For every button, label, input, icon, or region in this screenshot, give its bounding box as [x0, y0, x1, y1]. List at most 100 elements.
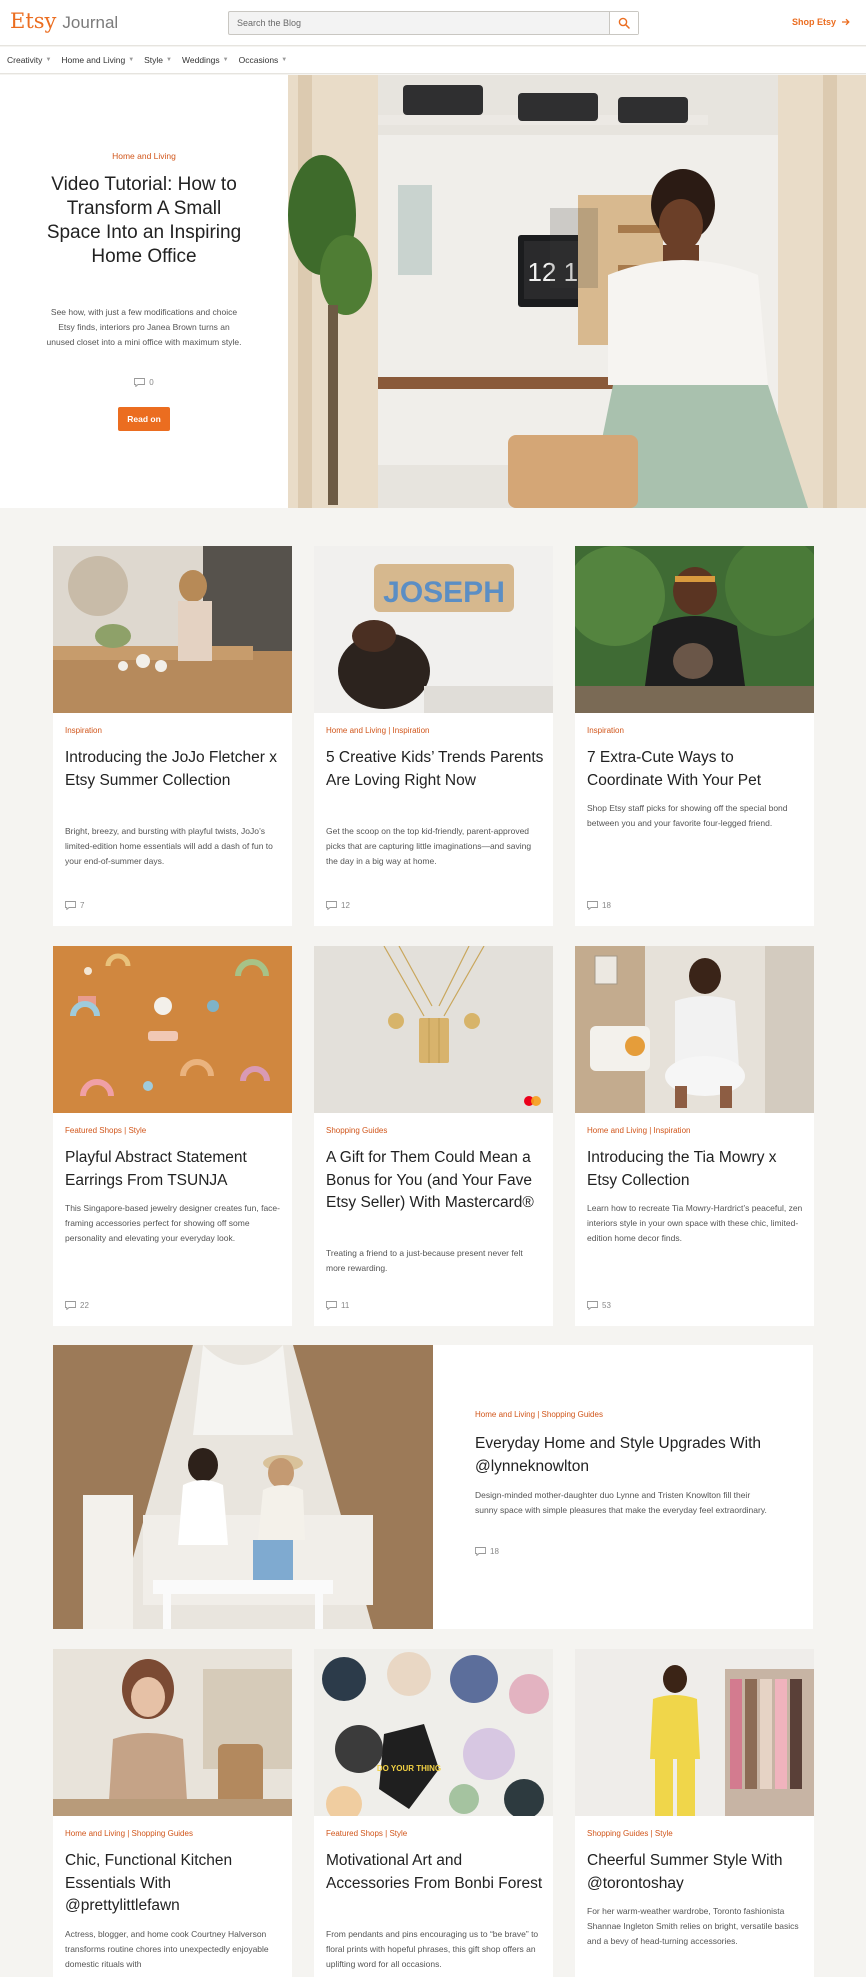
comment-icon: [587, 1301, 598, 1310]
article-description: Treating a friend to a just-because pres…: [326, 1248, 523, 1273]
etsy-journal-logo[interactable]: Etsy Journal: [10, 9, 118, 33]
article-description: For her warm-weather wardrobe, Toronto f…: [587, 1906, 799, 1946]
hero-comment-count[interactable]: 0: [0, 378, 288, 387]
featured-wide-card[interactable]: Home and Living | Shopping Guides Everyd…: [53, 1345, 813, 1629]
article-title[interactable]: Chic, Functional Kitchen Essentials With…: [65, 1850, 283, 1918]
hero-title[interactable]: Video Tutorial: How to Transform A Small…: [40, 173, 248, 269]
comment-icon: [475, 1547, 486, 1556]
pin-text: DO YOUR THING: [377, 1764, 441, 1773]
logo-brand: Etsy: [10, 9, 57, 33]
article-title[interactable]: Introducing the JoJo Fletcher x Etsy Sum…: [65, 747, 283, 792]
article-image[interactable]: [575, 946, 814, 1113]
article-category[interactable]: Featured Shops | Style: [326, 1829, 407, 1838]
article-category[interactable]: Home and Living | Shopping Guides: [65, 1829, 193, 1838]
shop-etsy-label: Shop Etsy: [791, 17, 836, 27]
article-description: From pendants and pins encouraging us to…: [326, 1929, 539, 1969]
comment-count: 11: [341, 1301, 350, 1310]
comment-icon: [65, 901, 76, 910]
article-description: Learn how to recreate Tia Mowry-Hardrict…: [587, 1203, 803, 1243]
comment-count: 53: [602, 1301, 611, 1310]
comment-count: 18: [490, 1547, 499, 1556]
comment-count: 7: [80, 901, 85, 910]
hero-category-link[interactable]: Home and Living: [0, 151, 288, 161]
article-comment-count[interactable]: 12: [326, 901, 350, 910]
article-title[interactable]: Introducing the Tia Mowry x Etsy Collect…: [587, 1147, 805, 1192]
hero-feature: Home and Living Video Tutorial: How to T…: [0, 75, 866, 508]
article-comment-count[interactable]: 18: [587, 901, 611, 910]
article-card[interactable]: DO YOUR THING Featured Shops | Style Mot…: [314, 1649, 553, 1977]
read-on-button[interactable]: Read on: [118, 407, 170, 431]
nav-item-label: Occasions: [238, 55, 279, 65]
article-image[interactable]: [53, 946, 292, 1113]
article-title[interactable]: Playful Abstract Statement Earrings From…: [65, 1147, 283, 1192]
nav-item-weddings[interactable]: Weddings ▼: [182, 55, 229, 65]
article-description: Get the scoop on the top kid-friendly, p…: [326, 826, 532, 866]
article-card[interactable]: JOSEPH Home and Living | Inspiration 5 C…: [314, 546, 553, 926]
article-category[interactable]: Home and Living | Shopping Guides: [475, 1410, 603, 1419]
article-title[interactable]: A Gift for Them Could Mean a Bonus for Y…: [326, 1147, 544, 1215]
article-category[interactable]: Inspiration: [65, 726, 102, 735]
article-image[interactable]: [575, 546, 814, 713]
article-category[interactable]: Featured Shops | Style: [65, 1126, 146, 1135]
hero-description: See how, with just a few modifications a…: [46, 307, 242, 347]
article-title[interactable]: Cheerful Summer Style With @torontoshay: [587, 1850, 805, 1895]
search-icon: [618, 17, 630, 29]
article-category[interactable]: Home and Living | Inspiration: [326, 726, 429, 735]
hero-image[interactable]: 12 10: [288, 75, 866, 508]
article-image[interactable]: [53, 546, 292, 713]
article-card[interactable]: Shopping Guides | Style Cheerful Summer …: [575, 1649, 814, 1977]
search-input[interactable]: [229, 12, 609, 34]
article-card[interactable]: Inspiration 7 Extra-Cute Ways to Coordin…: [575, 546, 814, 926]
article-description: Shop Etsy staff picks for showing off th…: [587, 803, 788, 828]
comment-count: 18: [602, 901, 611, 910]
comment-icon: [65, 1301, 76, 1310]
nav-item-style[interactable]: Style ▼: [144, 55, 172, 65]
article-card[interactable]: Featured Shops | Style Playful Abstract …: [53, 946, 292, 1326]
article-image[interactable]: [53, 1345, 433, 1629]
nav-item-creativity[interactable]: Creativity ▼: [7, 55, 51, 65]
puzzle-text: JOSEPH: [383, 576, 505, 609]
nav-item-label: Home and Living: [61, 55, 126, 65]
article-category[interactable]: Shopping Guides: [326, 1126, 387, 1135]
article-comment-count[interactable]: 18: [475, 1547, 499, 1556]
article-title[interactable]: 7 Extra-Cute Ways to Coordinate With You…: [587, 747, 805, 792]
article-title[interactable]: 5 Creative Kids’ Trends Parents Are Lovi…: [326, 747, 544, 792]
search-button[interactable]: [609, 12, 638, 34]
article-image[interactable]: [314, 946, 553, 1113]
article-description: Actress, blogger, and home cook Courtney…: [65, 1929, 269, 1969]
article-image[interactable]: JOSEPH: [314, 546, 553, 713]
nav-item-home-and-living[interactable]: Home and Living ▼: [61, 55, 134, 65]
comment-count: 0: [149, 378, 154, 387]
article-image[interactable]: [53, 1649, 292, 1816]
article-comment-count[interactable]: 53: [587, 1301, 611, 1310]
logo-suffix: Journal: [62, 13, 119, 32]
article-card[interactable]: Home and Living | Shopping Guides Chic, …: [53, 1649, 292, 1977]
comment-icon: [587, 901, 598, 910]
nav-item-label: Style: [144, 55, 164, 65]
chevron-down-icon: ▼: [166, 57, 172, 63]
article-comment-count[interactable]: 7: [65, 901, 84, 910]
article-image[interactable]: DO YOUR THING: [314, 1649, 553, 1816]
comment-icon: [134, 378, 146, 387]
comment-count: 22: [80, 1301, 89, 1310]
nav-item-occasions[interactable]: Occasions ▼: [239, 55, 288, 65]
nav-item-label: Weddings: [182, 55, 220, 65]
article-category[interactable]: Shopping Guides | Style: [587, 1829, 673, 1838]
chevron-down-icon: ▼: [45, 57, 52, 63]
article-card[interactable]: Home and Living | Inspiration Introducin…: [575, 946, 814, 1326]
article-category[interactable]: Home and Living | Inspiration: [587, 1126, 690, 1135]
search-bar: [228, 11, 639, 35]
article-card[interactable]: Inspiration Introducing the JoJo Fletche…: [53, 546, 292, 926]
shop-etsy-link[interactable]: Shop Etsy: [792, 17, 850, 27]
article-image[interactable]: [575, 1649, 814, 1816]
chevron-down-icon: ▼: [128, 57, 135, 63]
comment-icon: [326, 901, 337, 910]
article-title[interactable]: Motivational Art and Accessories From Bo…: [326, 1850, 544, 1895]
article-description: Bright, breezy, and bursting with playfu…: [65, 826, 273, 866]
article-comment-count[interactable]: 22: [65, 1301, 89, 1310]
article-comment-count[interactable]: 11: [326, 1301, 349, 1310]
article-title[interactable]: Everyday Home and Style Upgrades With @l…: [475, 1433, 775, 1478]
arrow-right-icon: [842, 18, 850, 26]
article-card[interactable]: Shopping Guides A Gift for Them Could Me…: [314, 946, 553, 1326]
article-category[interactable]: Inspiration: [587, 726, 624, 735]
